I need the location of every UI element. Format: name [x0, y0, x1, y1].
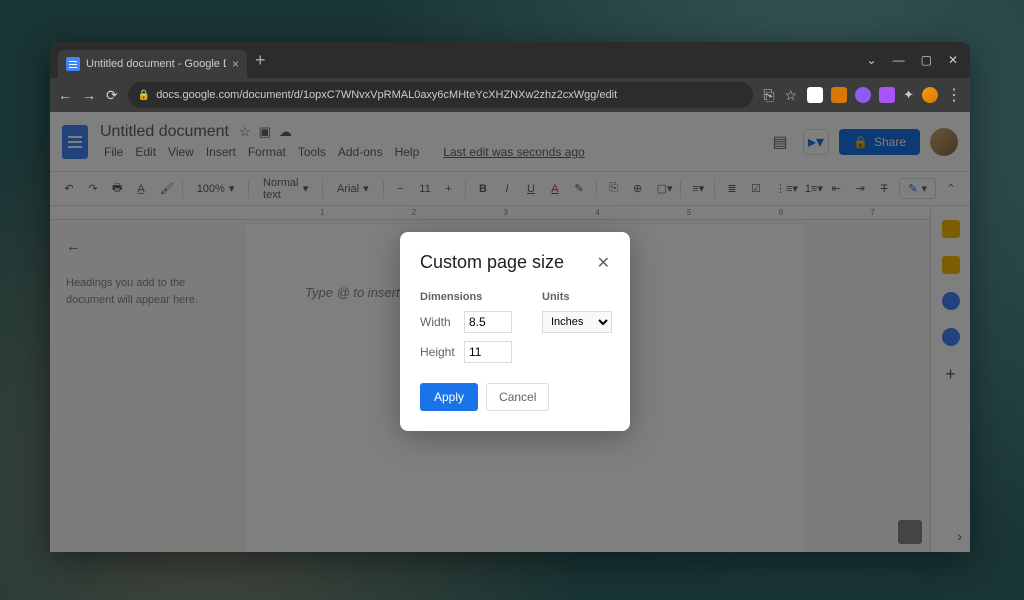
ext-icon-2[interactable]	[831, 87, 847, 103]
ext-icon-4[interactable]	[879, 87, 895, 103]
custom-page-size-dialog: Custom page size ✕ Dimensions Width Heig…	[400, 232, 630, 431]
new-tab-button[interactable]: +	[255, 50, 266, 71]
extensions: ✦ ⋮	[807, 85, 962, 105]
height-label: Height	[420, 345, 458, 359]
browser-tab[interactable]: Untitled document - Google Doc ×	[58, 50, 247, 78]
dialog-title: Custom page size	[420, 252, 564, 273]
height-input[interactable]	[464, 341, 512, 363]
close-window-icon[interactable]: ✕	[948, 53, 958, 67]
caret-down-icon[interactable]: ⌄	[867, 53, 877, 67]
dimensions-label: Dimensions	[420, 291, 512, 303]
minimize-icon[interactable]: —	[893, 53, 905, 67]
url-input[interactable]: 🔒 docs.google.com/document/d/1opxC7WNvxV…	[128, 82, 754, 108]
menu-icon[interactable]: ⋮	[946, 85, 962, 105]
back-icon[interactable]: ←	[58, 87, 72, 103]
install-icon[interactable]: ⎘	[763, 87, 774, 104]
forward-icon[interactable]: →	[82, 87, 96, 103]
dialog-close-icon[interactable]: ✕	[597, 253, 610, 273]
width-label: Width	[420, 315, 458, 329]
ext-icon-3[interactable]	[855, 87, 871, 103]
window-controls: ⌄ — ▢ ✕	[867, 53, 970, 67]
docs-favicon-icon	[66, 57, 80, 71]
extensions-icon[interactable]: ✦	[903, 87, 914, 103]
ext-icon-1[interactable]	[807, 87, 823, 103]
tab-title: Untitled document - Google Doc	[86, 58, 226, 70]
maximize-icon[interactable]: ▢	[921, 53, 932, 67]
star-icon[interactable]: ☆	[785, 87, 798, 104]
tab-close-icon[interactable]: ×	[232, 57, 239, 71]
units-select[interactable]: Inches	[542, 311, 612, 333]
reload-icon[interactable]: ⟳	[106, 87, 118, 104]
url-text: docs.google.com/document/d/1opxC7WNvxVpR…	[156, 89, 617, 101]
apply-button[interactable]: Apply	[420, 383, 478, 411]
units-label: Units	[542, 291, 612, 303]
address-bar: ← → ⟳ 🔒 docs.google.com/document/d/1opxC…	[50, 78, 970, 112]
titlebar: Untitled document - Google Doc × + ⌄ — ▢…	[50, 42, 970, 78]
profile-icon[interactable]	[922, 87, 938, 103]
lock-icon: 🔒	[138, 90, 150, 101]
cancel-button[interactable]: Cancel	[486, 383, 549, 411]
width-input[interactable]	[464, 311, 512, 333]
